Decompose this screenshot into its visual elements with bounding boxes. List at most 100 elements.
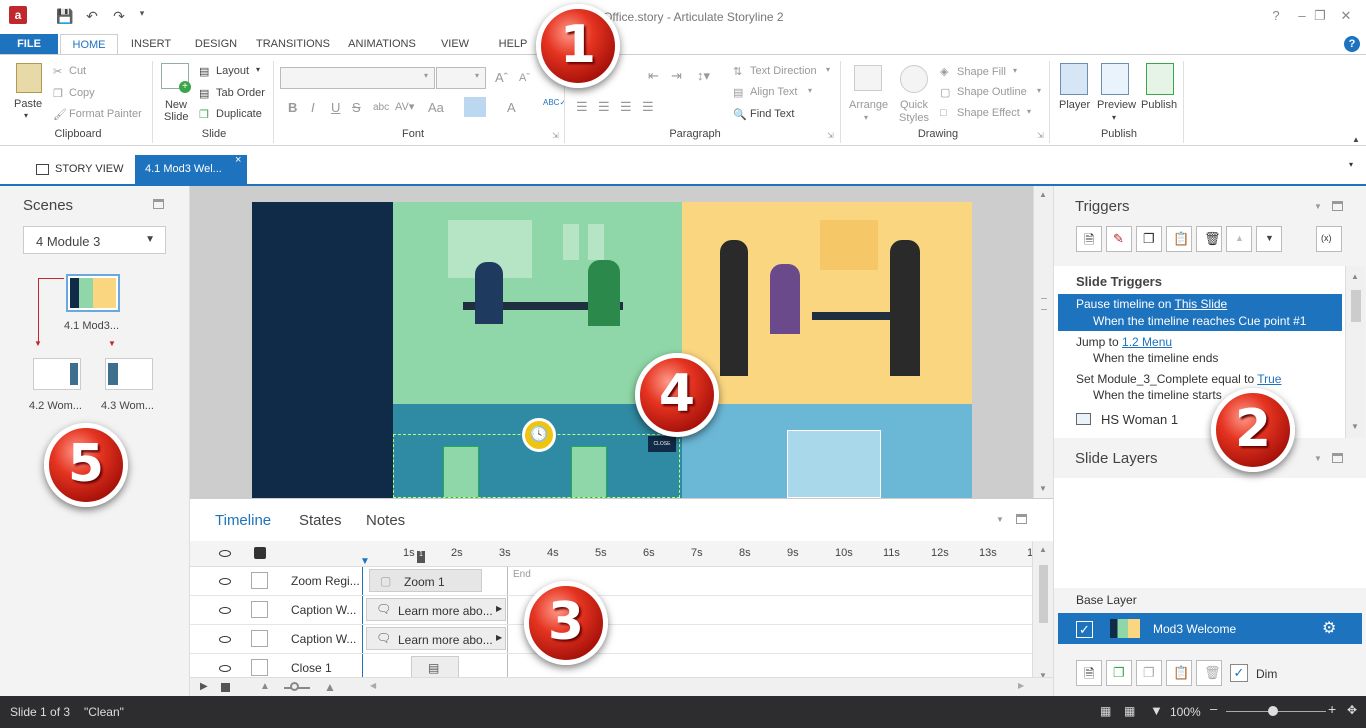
eye-icon[interactable] bbox=[219, 665, 231, 672]
close-window-icon[interactable]: ✕ bbox=[1336, 8, 1356, 24]
restore-icon[interactable]: ❐ bbox=[1310, 8, 1330, 24]
delete-layer-button[interactable]: 🗑 bbox=[1196, 660, 1222, 686]
preview-button[interactable]: Preview bbox=[1097, 99, 1136, 111]
new-trigger-button[interactable]: 🗎 bbox=[1076, 226, 1102, 252]
paragraph-dialog-launcher-icon[interactable]: ⇲ bbox=[827, 131, 834, 140]
shape-outline-dropdown-icon[interactable]: ▾ bbox=[1037, 86, 1041, 95]
slide-thumbnail-4-1[interactable] bbox=[66, 274, 120, 312]
scroll-right-icon[interactable]: ▶ bbox=[1018, 681, 1024, 690]
arrange-icon[interactable] bbox=[854, 65, 882, 91]
font-dialog-launcher-icon[interactable]: ⇲ bbox=[552, 131, 559, 140]
base-layer-row[interactable]: ✓ Mod3 Welcome ⚙ bbox=[1058, 613, 1362, 644]
playhead-icon[interactable]: ▼ bbox=[360, 556, 370, 567]
trigger-item[interactable]: Jump to 1.2 Menu When the timeline ends bbox=[1058, 334, 1342, 368]
player-icon[interactable] bbox=[1060, 63, 1088, 95]
decrease-indent-icon[interactable]: ⇤ bbox=[648, 68, 659, 84]
shape-effect-button[interactable]: Shape Effect bbox=[957, 107, 1020, 119]
trigger-link[interactable]: 1.2 Menu bbox=[1122, 335, 1172, 349]
trigger-link[interactable]: True bbox=[1257, 372, 1281, 386]
lock-checkbox[interactable] bbox=[251, 601, 268, 618]
clock-icon[interactable]: 🕓 bbox=[522, 418, 556, 452]
paste-button[interactable]: Paste bbox=[14, 98, 42, 110]
paste-layer-button[interactable]: 📋 bbox=[1166, 660, 1192, 686]
tab-notes[interactable]: Notes bbox=[366, 512, 405, 529]
scene-select[interactable]: 4 Module 3 ▼ bbox=[23, 226, 166, 254]
bold-button[interactable]: B bbox=[288, 100, 297, 115]
arrange-dropdown-icon[interactable]: ▾ bbox=[864, 113, 868, 122]
tab-order-button[interactable]: Tab Order bbox=[216, 87, 265, 99]
scroll-left-icon[interactable]: ◀ bbox=[370, 681, 376, 690]
eye-icon[interactable] bbox=[219, 607, 231, 614]
play-icon[interactable]: ▶ bbox=[200, 681, 208, 692]
stop-icon[interactable] bbox=[221, 683, 230, 692]
justify-icon[interactable]: ☰ bbox=[642, 99, 654, 115]
font-color-button[interactable]: A bbox=[507, 100, 516, 115]
zoom-out-icon[interactable]: ▲ bbox=[260, 681, 270, 692]
story-view-status-icon[interactable]: ▦ bbox=[1124, 704, 1135, 718]
align-center-icon[interactable]: ☰ bbox=[598, 99, 610, 115]
quick-styles-button[interactable]: Quick Styles bbox=[897, 99, 931, 125]
align-left-icon[interactable]: ☰ bbox=[576, 99, 588, 115]
new-slide-button[interactable]: New Slide bbox=[164, 99, 188, 123]
normal-view-icon[interactable]: ▦ bbox=[1100, 704, 1111, 718]
shape-fill-button[interactable]: Shape Fill bbox=[957, 66, 1006, 78]
copy-trigger-button[interactable]: ❐ bbox=[1136, 226, 1162, 252]
preview-icon[interactable] bbox=[1101, 63, 1129, 95]
grow-font-icon[interactable]: Aˆ bbox=[495, 70, 508, 85]
line-spacing-icon[interactable]: ↕▾ bbox=[697, 68, 710, 84]
move-down-button[interactable]: ▼ bbox=[1256, 226, 1282, 252]
shrink-font-icon[interactable]: Aˇ bbox=[519, 72, 530, 84]
eye-icon[interactable] bbox=[219, 578, 231, 585]
trigger-object-name[interactable]: HS Woman 1 bbox=[1101, 412, 1178, 427]
tab-insert[interactable]: INSERT bbox=[124, 34, 178, 54]
delete-trigger-button[interactable]: 🗑 bbox=[1196, 226, 1222, 252]
timeline-row[interactable]: Caption W... 🗨 Learn more abo... ▶ bbox=[190, 596, 1032, 625]
lock-checkbox[interactable] bbox=[251, 572, 268, 589]
trigger-item[interactable]: Set Module_3_Complete equal to True When… bbox=[1058, 371, 1342, 405]
highlight-icon[interactable] bbox=[464, 97, 486, 117]
copy-button[interactable]: Copy bbox=[69, 87, 95, 99]
timeline-row[interactable]: Zoom Regi... ▢ Zoom 1 bbox=[190, 567, 1032, 596]
paste-trigger-button[interactable]: 📋 bbox=[1166, 226, 1192, 252]
quick-styles-icon[interactable] bbox=[900, 65, 928, 93]
triggers-scrollbar[interactable]: ▲ ▼ bbox=[1345, 266, 1365, 438]
eye-icon[interactable] bbox=[219, 636, 231, 643]
text-direction-button[interactable]: Text Direction bbox=[750, 65, 817, 77]
publish-icon[interactable] bbox=[1146, 63, 1174, 95]
tab-help[interactable]: HELP bbox=[490, 34, 536, 54]
dim-checkbox[interactable]: ✓ bbox=[1230, 664, 1248, 682]
scroll-up-icon[interactable]: ▲ bbox=[1351, 272, 1359, 281]
find-text-button[interactable]: Find Text bbox=[750, 108, 794, 120]
tab-transitions[interactable]: TRANSITIONS bbox=[252, 34, 334, 54]
underline-button[interactable]: U bbox=[331, 100, 340, 115]
lock-icon[interactable] bbox=[254, 547, 266, 559]
tab-file[interactable]: FILE bbox=[0, 34, 58, 54]
zoom-in-icon[interactable]: + bbox=[1328, 701, 1336, 717]
tab-design[interactable]: DESIGN bbox=[188, 34, 244, 54]
preview-dropdown-icon[interactable]: ▾ bbox=[1112, 113, 1116, 122]
increase-indent-icon[interactable]: ⇥ bbox=[671, 68, 682, 84]
visibility-checkbox[interactable]: ✓ bbox=[1076, 621, 1093, 638]
cut-button[interactable]: Cut bbox=[69, 65, 86, 77]
new-layer-button[interactable]: 🗎 bbox=[1076, 660, 1102, 686]
tab-timeline[interactable]: Timeline bbox=[215, 512, 271, 529]
panel-restore-icon[interactable] bbox=[1016, 514, 1027, 524]
font-size-dropdown-icon[interactable]: ▾ bbox=[475, 71, 479, 80]
format-painter-button[interactable]: Format Painter bbox=[69, 108, 142, 120]
spell-check-icon[interactable]: ABC✓ bbox=[543, 98, 566, 107]
zoom-slider-thumb[interactable] bbox=[1268, 706, 1278, 716]
lock-checkbox[interactable] bbox=[251, 659, 268, 676]
move-up-button[interactable]: ▲ bbox=[1226, 226, 1252, 252]
lock-checkbox[interactable] bbox=[251, 630, 268, 647]
shape-outline-button[interactable]: Shape Outline bbox=[957, 86, 1027, 98]
shape-effect-dropdown-icon[interactable]: ▾ bbox=[1027, 107, 1031, 116]
drawing-dialog-launcher-icon[interactable]: ⇲ bbox=[1037, 131, 1044, 140]
scroll-down-icon[interactable]: ▼ bbox=[1039, 484, 1047, 493]
font-family-dropdown-icon[interactable]: ▾ bbox=[424, 71, 428, 80]
shape-fill-dropdown-icon[interactable]: ▾ bbox=[1013, 66, 1017, 75]
panel-restore-icon[interactable] bbox=[1332, 453, 1343, 463]
scroll-thumb[interactable] bbox=[1351, 290, 1361, 322]
zoom-slider-thumb[interactable] bbox=[290, 682, 299, 691]
arrange-button[interactable]: Arrange bbox=[849, 99, 888, 111]
help-window-icon[interactable]: ? bbox=[1266, 8, 1286, 23]
